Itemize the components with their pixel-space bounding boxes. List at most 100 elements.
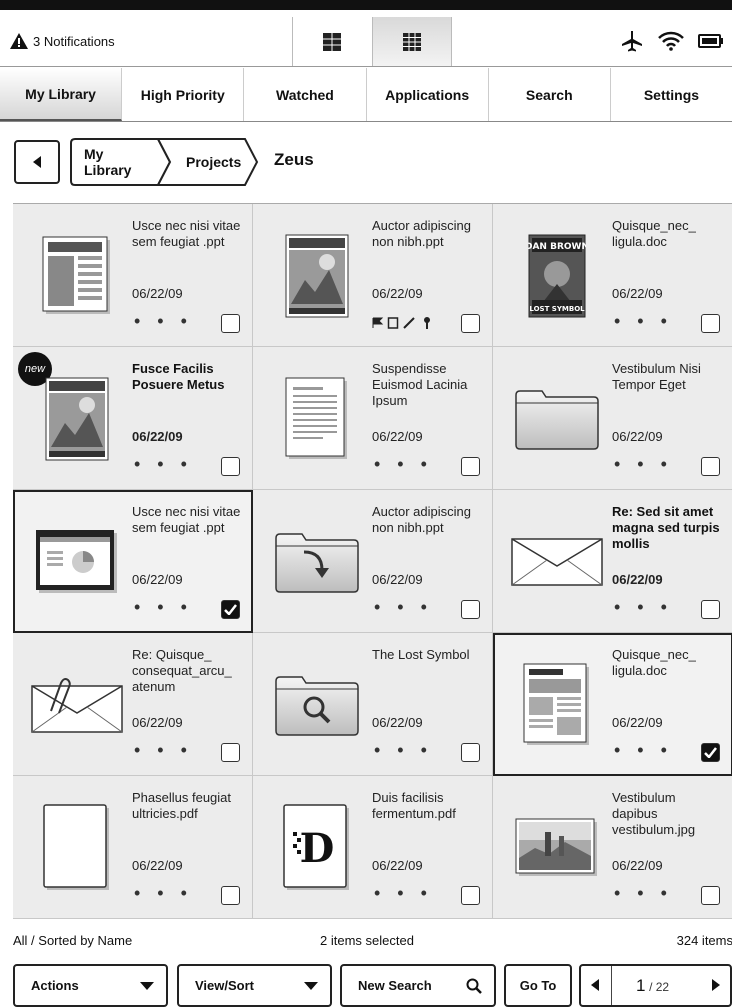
search-icon xyxy=(466,978,482,994)
select-checkbox[interactable] xyxy=(461,886,480,905)
newspaper-icon xyxy=(507,649,607,761)
item-title: Duis facilisis fermentum.pdf xyxy=(372,790,456,821)
book-cover-icon: DAN BROWN LOST SYMBOL xyxy=(507,220,607,332)
more-options-button[interactable]: • • • xyxy=(374,741,433,759)
select-checkbox[interactable] xyxy=(221,886,240,905)
slide-icon xyxy=(27,506,127,618)
select-checkbox[interactable] xyxy=(701,314,720,333)
select-checkbox[interactable] xyxy=(221,457,240,476)
item-date: 06/22/09 xyxy=(372,286,423,301)
back-button[interactable] xyxy=(14,140,60,184)
library-item[interactable]: D Duis facilisis fermentum.pdf 06/22/09 … xyxy=(253,776,493,919)
more-options-button[interactable]: • • • xyxy=(374,884,433,902)
more-options-button[interactable]: • • • xyxy=(374,598,433,616)
select-checkbox[interactable] xyxy=(221,314,240,333)
select-checkbox[interactable] xyxy=(701,886,720,905)
more-options-button[interactable]: • • • xyxy=(134,598,193,616)
library-item[interactable]: Phasellus feugiat ultricies.pdf 06/22/09… xyxy=(13,776,253,919)
more-options-button[interactable]: • • • xyxy=(614,884,673,902)
view-sort-label: View/Sort xyxy=(195,978,255,993)
item-count: 324 items xyxy=(676,933,732,948)
library-item[interactable]: new Fusce Facilis Posuere Metus 06/22/09… xyxy=(13,347,253,490)
item-title: Fusce Facilis Posuere Metus xyxy=(132,361,225,392)
select-checkbox[interactable] xyxy=(461,743,480,762)
library-item[interactable]: Suspendisse Euismod Lacinia Ipsum 06/22/… xyxy=(253,347,493,490)
pdf-icon: D xyxy=(267,792,367,904)
tab-my-library[interactable]: My Library xyxy=(0,68,123,121)
new-search-button[interactable]: New Search xyxy=(340,964,496,1007)
library-item[interactable]: Re: Quisque_ consequat_arcu_ atenum 06/2… xyxy=(13,633,253,776)
more-options-button[interactable]: • • • xyxy=(134,884,193,902)
library-item[interactable]: Usce nec nisi vitae sem feugiat .ppt 06/… xyxy=(13,204,253,347)
library-item[interactable]: Quisque_nec_ ligula.doc 06/22/09 • • • xyxy=(493,633,732,776)
item-date: 06/22/09 xyxy=(612,858,663,873)
arrow-left-icon xyxy=(33,156,41,168)
select-checkbox[interactable] xyxy=(461,457,480,476)
item-date: 06/22/09 xyxy=(132,715,183,730)
caret-down-icon xyxy=(140,981,154,990)
more-options-button[interactable]: • • • xyxy=(614,312,673,330)
library-item[interactable]: Usce nec nisi vitae sem feugiat .ppt 06/… xyxy=(13,490,253,633)
more-options-button[interactable]: • • • xyxy=(614,455,673,473)
item-title: Vestibulum dapibus vestibulum.jpg xyxy=(612,790,696,837)
notifications-button[interactable]: 3 Notifications xyxy=(10,33,115,49)
more-options-button[interactable]: • • • xyxy=(374,455,433,473)
select-checkbox[interactable] xyxy=(701,743,720,762)
library-item[interactable]: Vestibulum Nisi Tempor Eget 06/22/09 • •… xyxy=(493,347,732,490)
tab-search[interactable]: Search xyxy=(488,68,611,121)
library-item[interactable]: The Lost Symbol 06/22/09 • • • xyxy=(253,633,493,776)
tab-settings[interactable]: Settings xyxy=(610,68,732,121)
library-item[interactable]: Vestibulum dapibus vestibulum.jpg 06/22/… xyxy=(493,776,732,919)
grid-view-toggle[interactable] xyxy=(372,17,452,66)
more-options-button[interactable]: • • • xyxy=(134,312,193,330)
item-title: Auctor adipiscing non nibh.ppt xyxy=(372,504,471,535)
notifications-label: 3 Notifications xyxy=(33,33,115,49)
presentation-cover-icon xyxy=(27,220,127,332)
library-item[interactable]: Auctor adipiscing non nibh.ppt 06/22/09 … xyxy=(253,490,493,633)
tab-watched[interactable]: Watched xyxy=(244,68,367,121)
check-icon xyxy=(704,747,717,758)
document-icon xyxy=(267,363,367,475)
grid-view-icon xyxy=(403,32,421,51)
item-date: 06/22/09 xyxy=(372,715,423,730)
more-options-button[interactable]: • • • xyxy=(614,598,673,616)
pin-icon xyxy=(424,317,431,329)
battery-icon xyxy=(698,34,723,48)
select-checkbox[interactable] xyxy=(461,600,480,619)
tab-high-priority[interactable]: High Priority xyxy=(122,68,245,121)
wifi-icon xyxy=(658,31,684,51)
item-title: Quisque_nec_ ligula.doc xyxy=(612,218,696,249)
photo-icon xyxy=(507,792,607,904)
select-checkbox[interactable] xyxy=(701,457,720,476)
item-title: Usce nec nisi vitae sem feugiat .ppt xyxy=(132,218,241,249)
item-date: 06/22/09 xyxy=(132,429,183,444)
tab-applications[interactable]: Applications xyxy=(366,68,489,121)
select-checkbox[interactable] xyxy=(221,600,240,619)
breadcrumb-projects[interactable]: Projects xyxy=(186,138,241,186)
library-item[interactable]: DAN BROWN LOST SYMBOL Quisque_nec_ ligula… xyxy=(493,204,732,347)
breadcrumb-my-library[interactable]: My Library xyxy=(84,138,131,186)
library-item[interactable]: Auctor adipiscing non nibh.ppt 06/22/09 xyxy=(253,204,493,347)
magazine-cover-icon xyxy=(267,220,367,332)
view-sort-button[interactable]: View/Sort xyxy=(177,964,332,1007)
select-checkbox[interactable] xyxy=(461,314,480,333)
library-item[interactable]: Re: Sed sit amet magna sed turpis mollis… xyxy=(493,490,732,633)
more-options-button[interactable]: • • • xyxy=(134,741,193,759)
item-title: Quisque_nec_ ligula.doc xyxy=(612,647,696,678)
prev-page-button[interactable] xyxy=(591,979,599,991)
item-title: Vestibulum Nisi Tempor Eget xyxy=(612,361,701,392)
go-to-button[interactable]: Go To xyxy=(504,964,572,1007)
item-title: Usce nec nisi vitae sem feugiat .ppt xyxy=(132,504,241,535)
pagination: 1 / 22 xyxy=(579,964,732,1007)
more-options-button[interactable]: • • • xyxy=(614,741,673,759)
item-date: 06/22/09 xyxy=(372,429,423,444)
select-checkbox[interactable] xyxy=(701,600,720,619)
select-checkbox[interactable] xyxy=(221,743,240,762)
list-view-toggle[interactable] xyxy=(292,17,370,66)
item-title: Auctor adipiscing non nibh.ppt xyxy=(372,218,471,249)
more-options-button[interactable]: • • • xyxy=(134,455,193,473)
actions-button[interactable]: Actions xyxy=(13,964,168,1007)
status-bar: 3 Notifications xyxy=(0,17,732,67)
next-page-button[interactable] xyxy=(712,979,720,991)
airplane-icon xyxy=(622,31,642,52)
